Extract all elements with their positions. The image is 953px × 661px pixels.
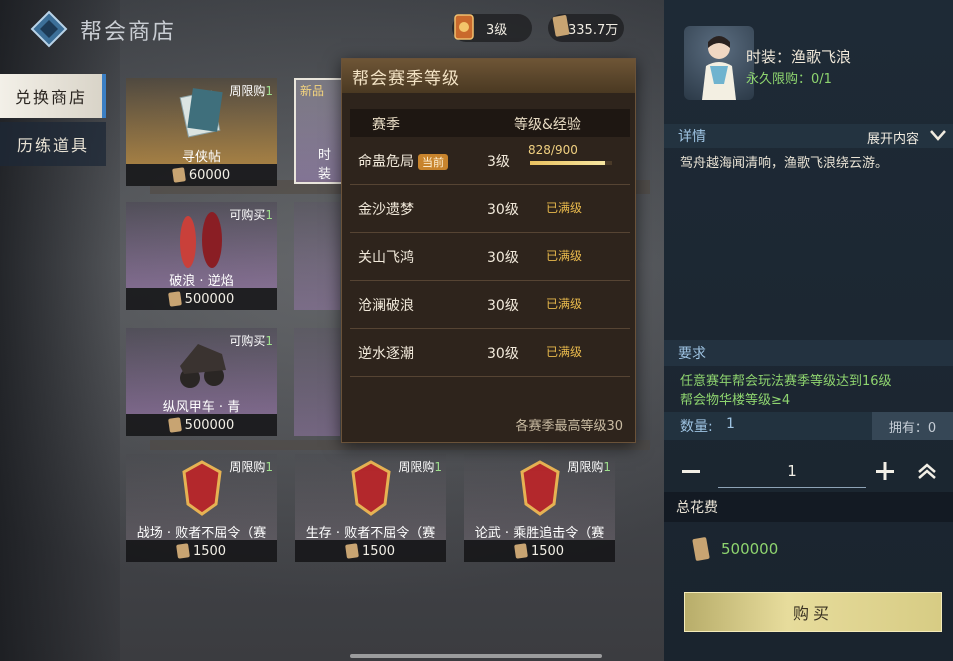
increase-quantity-button[interactable] — [870, 454, 900, 488]
season-row: 沧澜破浪 30级 已满级 — [350, 281, 630, 329]
badge-icon — [454, 14, 474, 40]
new-item-card[interactable]: 新品 时装 — [294, 78, 344, 184]
max-level-status: 已满级 — [546, 201, 583, 215]
season-level-popup: 帮会赛季等级 赛季 等级&经验 命蛊危局 当前 3级 828/900 金沙遗梦 3… — [341, 58, 636, 443]
token-icon — [182, 460, 222, 516]
guild-level-value: 3级 — [486, 22, 508, 38]
character-portrait-icon — [702, 36, 736, 100]
guild-logo-icon — [30, 10, 68, 48]
item-name: 论武 · 乘胜追击令（赛 — [474, 526, 605, 541]
item-price: 500000 — [126, 288, 277, 310]
fashion-avatar — [684, 26, 754, 100]
chevron-down-icon[interactable] — [929, 128, 947, 142]
season-level: 30级 — [487, 298, 519, 314]
season-level: 30级 — [487, 250, 519, 266]
item-card[interactable]: 周限购1 寻侠帖 60000 — [126, 78, 277, 186]
surfboard-icon — [180, 212, 222, 268]
item-card[interactable]: 周限购1 战场 · 败者不屈令（赛 1500 — [126, 454, 277, 562]
col-level-xp: 等级&经验 — [514, 117, 581, 133]
item-detail-panel: 时装：渔歌飞浪 永久限购：0/1 详情 展开内容 驾舟越海闻清响，渔歌飞浪绕云游… — [664, 0, 953, 661]
contribution-coin-icon — [692, 537, 710, 561]
item-description: 驾舟越海闻清响，渔歌飞浪绕云游。 — [680, 156, 889, 171]
armored-vehicle-icon — [180, 344, 226, 388]
page-title: 帮会商店 — [80, 20, 177, 45]
xp-progress-bar — [530, 161, 612, 165]
coin-icon — [167, 291, 182, 307]
season-name: 金沙遗梦 — [358, 202, 414, 218]
home-indicator[interactable] — [350, 654, 602, 658]
popup-title: 帮会赛季等级 — [342, 59, 635, 93]
current-badge: 当前 — [418, 154, 448, 170]
popup-footer-note: 各赛季最高等级30 — [515, 419, 623, 434]
item-name: 破浪 · 逆焰 — [169, 274, 234, 289]
season-level: 30级 — [487, 346, 519, 362]
season-row: 逆水逐潮 30级 已满级 — [350, 329, 630, 377]
quantity-label: 数量: — [680, 419, 713, 435]
item-card[interactable]: 可购买1 纵风甲车 · 青 500000 — [126, 328, 277, 436]
item-price: 1500 — [464, 540, 615, 562]
guild-level-badge[interactable]: 3级 — [452, 14, 532, 42]
coin-icon — [167, 417, 182, 433]
token-icon — [351, 460, 391, 516]
item-card[interactable]: 周限购1 论武 · 乘胜追击令（赛 1500 — [464, 454, 615, 562]
season-name: 命蛊危局 — [358, 154, 414, 170]
quantity-input[interactable]: 1 — [718, 454, 866, 488]
coin-icon — [171, 167, 186, 183]
item-card-obscured[interactable] — [294, 202, 340, 310]
popup-column-headers: 赛季 等级&经验 — [350, 109, 630, 137]
max-level-status: 已满级 — [546, 345, 583, 359]
season-row: 关山飞鸿 30级 已满级 — [350, 233, 630, 281]
item-name: 战场 · 败者不屈令（赛 — [136, 526, 267, 541]
total-cost-value: 500000 — [721, 540, 779, 558]
season-level: 30级 — [487, 202, 519, 218]
col-season: 赛季 — [372, 117, 400, 133]
double-chevron-up-icon — [918, 463, 936, 479]
requirement-line: 任意赛年帮会玩法赛季等级达到16级 — [680, 374, 892, 389]
expand-content-button[interactable]: 展开内容 — [867, 128, 919, 147]
item-price: 1500 — [126, 540, 277, 562]
max-level-status: 已满级 — [546, 249, 583, 263]
coin-icon — [514, 543, 528, 559]
requirement-line: 帮会物华楼等级≥4 — [680, 393, 791, 408]
invitation-book-icon — [179, 88, 223, 138]
season-row: 命蛊危局 当前 3级 828/900 — [350, 137, 630, 185]
season-name: 沧澜破浪 — [358, 298, 414, 314]
requirement-label: 要求 — [678, 346, 706, 362]
owned-count: 拥有：0 — [872, 412, 953, 440]
item-name: 寻侠帖 — [181, 150, 221, 165]
max-level-status: 已满级 — [546, 297, 583, 311]
item-card-obscured[interactable] — [294, 328, 340, 436]
token-icon — [520, 460, 560, 516]
tab-training-items[interactable]: 历练道具 — [0, 122, 106, 166]
item-price: 1500 — [295, 540, 446, 562]
max-quantity-button[interactable] — [912, 454, 942, 488]
item-card[interactable]: 周限购1 生存 · 败者不屈令（赛 1500 — [295, 454, 446, 562]
tab-exchange-shop[interactable]: 兑换商店 — [0, 74, 106, 118]
fashion-title: 时装：渔歌飞浪 — [746, 48, 852, 66]
minus-icon — [682, 470, 700, 473]
purchase-limit: 永久限购：0/1 — [746, 72, 832, 87]
currency-display[interactable]: 335.7万 — [548, 14, 624, 42]
header: 帮会商店 3级 335.7万 — [0, 0, 664, 56]
season-level: 3级 — [487, 154, 510, 170]
season-name: 逆水逐潮 — [358, 346, 414, 362]
currency-amount: 335.7万 — [568, 22, 619, 38]
xp-text: 828/900 — [528, 143, 578, 157]
season-name: 关山飞鸿 — [358, 250, 414, 266]
detail-label: 详情 — [678, 129, 706, 145]
plus-icon — [876, 462, 894, 480]
contribution-coin-icon — [552, 15, 570, 37]
item-card[interactable]: 可购买1 破浪 · 逆焰 500000 — [126, 202, 277, 310]
coin-icon — [345, 543, 359, 559]
buy-button[interactable]: 购买 — [684, 592, 942, 632]
item-name: 生存 · 败者不屈令（赛 — [305, 526, 436, 541]
item-price: 500000 — [126, 414, 277, 436]
total-cost-label: 总花费 — [676, 500, 718, 516]
item-price: 60000 — [126, 164, 277, 186]
decrease-quantity-button[interactable] — [676, 454, 706, 488]
coin-icon — [176, 543, 190, 559]
quantity-value: 1 — [726, 416, 735, 432]
season-row: 金沙遗梦 30级 已满级 — [350, 185, 630, 233]
item-name: 纵风甲车 · 青 — [162, 400, 241, 415]
